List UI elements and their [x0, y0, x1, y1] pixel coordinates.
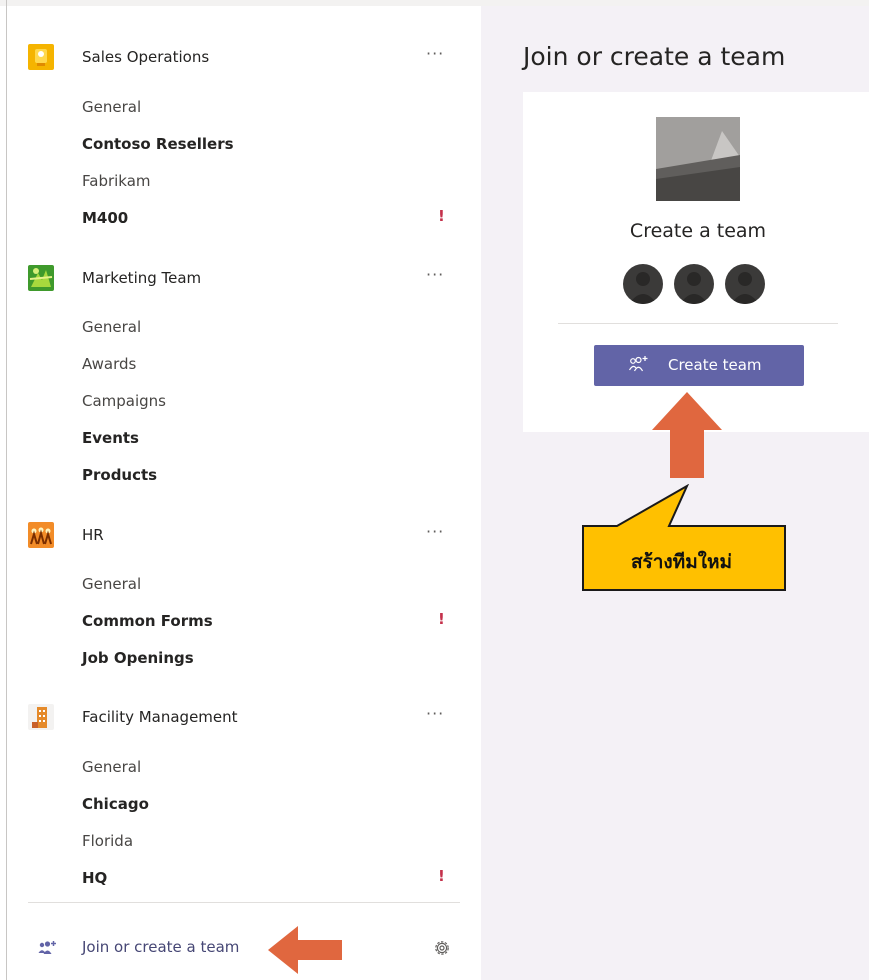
channel-general[interactable]: General [82, 758, 141, 776]
important-alert-icon: ! [438, 867, 445, 885]
window-left-border [6, 0, 7, 980]
team-sales-operations[interactable]: Sales Operations ··· [28, 40, 468, 80]
person-avatar-icon [725, 264, 765, 304]
card-title: Create a team [629, 220, 767, 242]
team-marketing[interactable]: Marketing Team ··· [28, 261, 468, 301]
more-options-icon[interactable]: ··· [426, 265, 444, 284]
add-team-icon [38, 940, 58, 960]
team-facility-management[interactable]: Facility Management ··· [28, 700, 468, 740]
channel-general[interactable]: General [82, 98, 141, 116]
annotation-arrow-up-icon [650, 392, 724, 484]
gear-icon[interactable] [432, 938, 452, 962]
channel-m400[interactable]: M400 [82, 209, 128, 227]
channel-events[interactable]: Events [82, 429, 139, 447]
page-title: Join or create a team [523, 42, 786, 71]
sidebar-divider [28, 902, 460, 903]
create-team-button[interactable]: Create team [594, 345, 804, 386]
marketing-team-icon [28, 265, 54, 291]
card-divider [558, 323, 838, 324]
more-options-icon[interactable]: ··· [426, 704, 444, 723]
channel-products[interactable]: Products [82, 466, 157, 484]
more-options-icon[interactable]: ··· [426, 44, 444, 63]
hr-team-icon [28, 522, 54, 548]
channel-general[interactable]: General [82, 575, 141, 593]
sales-operations-team-icon [28, 44, 54, 70]
channel-general[interactable]: General [82, 318, 141, 336]
callout-box [581, 483, 787, 596]
create-team-button-label: Create team [668, 356, 762, 374]
team-hr[interactable]: HR ··· [28, 518, 468, 558]
channel-awards[interactable]: Awards [82, 355, 136, 373]
important-alert-icon: ! [438, 610, 445, 628]
annotation-arrow-left-icon [266, 924, 344, 980]
create-team-card: Create a team Create team [523, 92, 869, 432]
person-avatar-icon [674, 264, 714, 304]
team-name: Sales Operations [82, 48, 210, 66]
channel-contoso-resellers[interactable]: Contoso Resellers [82, 135, 234, 153]
channel-job-openings[interactable]: Job Openings [82, 649, 194, 667]
teams-sidebar [8, 6, 480, 980]
more-options-icon[interactable]: ··· [426, 522, 444, 541]
member-avatars [623, 264, 773, 304]
team-placeholder-image-icon [656, 117, 740, 201]
team-name: Marketing Team [82, 269, 202, 287]
facility-management-team-icon [28, 704, 54, 730]
person-avatar-icon [623, 264, 663, 304]
join-or-create-team-link[interactable]: Join or create a team [38, 937, 298, 961]
channel-fabrikam[interactable]: Fabrikam [82, 172, 151, 190]
join-or-create-team-label: Join or create a team [82, 938, 240, 956]
team-name: HR [82, 526, 104, 544]
team-name: Facility Management [82, 708, 238, 726]
channel-hq[interactable]: HQ [82, 869, 107, 887]
channel-florida[interactable]: Florida [82, 832, 133, 850]
channel-common-forms[interactable]: Common Forms [82, 612, 213, 630]
callout-text: สร้างทีมใหม่ [630, 551, 733, 573]
add-people-icon [628, 355, 650, 377]
important-alert-icon: ! [438, 207, 445, 225]
channel-chicago[interactable]: Chicago [82, 795, 149, 813]
channel-campaigns[interactable]: Campaigns [82, 392, 166, 410]
